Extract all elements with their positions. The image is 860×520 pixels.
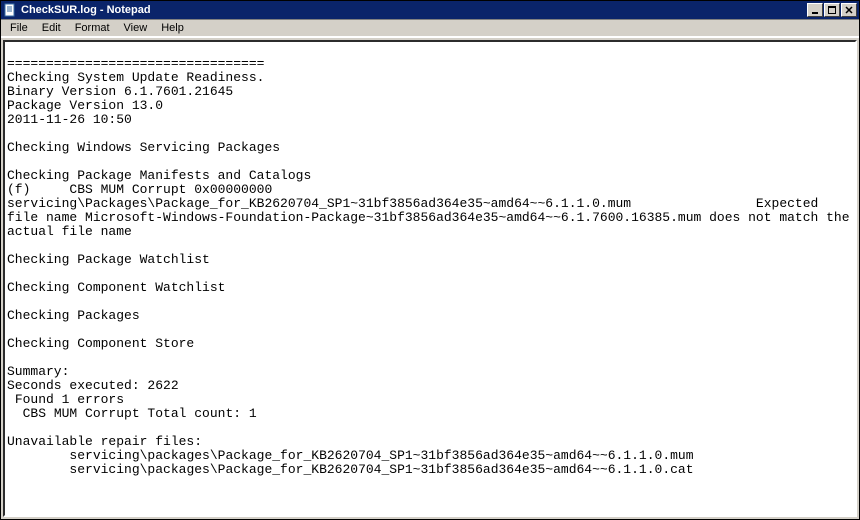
close-button[interactable] (841, 3, 857, 17)
menu-format[interactable]: Format (68, 21, 117, 35)
window-controls (807, 3, 857, 17)
menu-view[interactable]: View (117, 21, 155, 35)
minimize-button[interactable] (807, 3, 823, 17)
editor-frame (3, 40, 857, 517)
notepad-icon (3, 3, 17, 17)
text-editor[interactable] (5, 42, 855, 515)
titlebar[interactable]: CheckSUR.log - Notepad (1, 1, 859, 19)
maximize-button[interactable] (824, 3, 840, 17)
menubar: File Edit Format View Help (1, 19, 859, 38)
menu-edit[interactable]: Edit (35, 21, 68, 35)
window-title: CheckSUR.log - Notepad (21, 4, 807, 16)
notepad-window: CheckSUR.log - Notepad File Edit Format … (0, 0, 860, 520)
client-area (1, 38, 859, 519)
menu-file[interactable]: File (3, 21, 35, 35)
menu-help[interactable]: Help (154, 21, 191, 35)
